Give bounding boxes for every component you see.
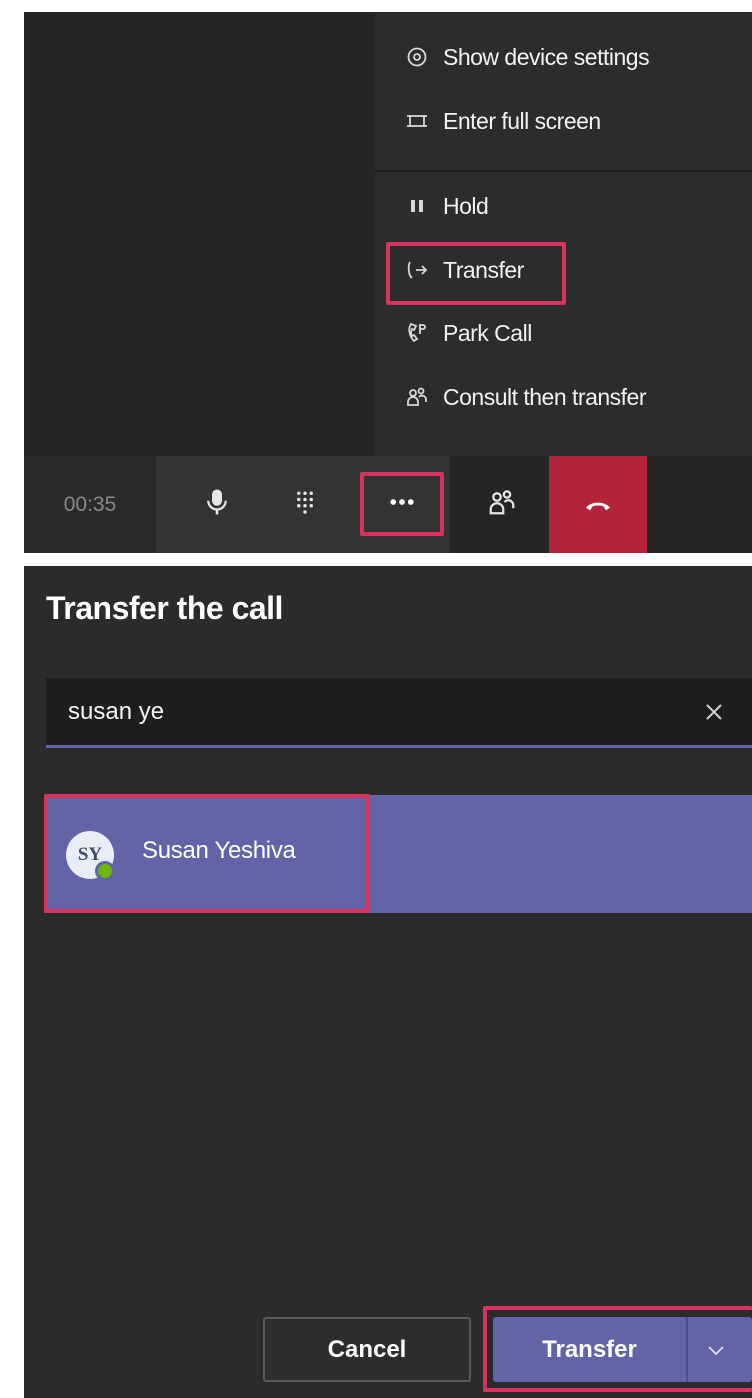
menu-item-label: Enter full screen <box>443 107 601 134</box>
menu-item-park-call[interactable]: Park Call <box>403 313 532 353</box>
fullscreen-icon <box>403 107 431 135</box>
park-call-icon <box>403 319 431 347</box>
consult-transfer-icon <box>403 383 431 411</box>
people-icon <box>487 487 517 522</box>
search-input[interactable]: susan ye <box>46 678 752 748</box>
call-window: Show device settings Enter full screen H… <box>24 12 752 553</box>
menu-item-hold[interactable]: Hold <box>403 186 489 226</box>
dialog-title: Transfer the call <box>46 590 283 626</box>
highlight-more-options-button <box>360 472 444 536</box>
highlight-transfer-menu-item <box>386 242 566 305</box>
settings-gear-icon <box>403 43 431 71</box>
menu-item-show-device-settings[interactable]: Show device settings <box>403 37 650 77</box>
menu-item-label: Park Call <box>443 319 532 346</box>
menu-item-enter-full-screen[interactable]: Enter full screen <box>403 101 601 141</box>
dialpad-button[interactable] <box>267 456 343 553</box>
clear-icon[interactable] <box>698 696 730 728</box>
microphone-icon <box>202 487 232 522</box>
pause-icon <box>403 192 431 220</box>
hang-up-button[interactable] <box>549 456 647 553</box>
participants-button[interactable] <box>464 456 540 553</box>
menu-item-label: Consult then transfer <box>443 383 647 410</box>
menu-divider <box>375 170 752 172</box>
highlight-transfer-button <box>483 1306 752 1392</box>
hang-up-icon <box>582 489 614 521</box>
transfer-dialog: Transfer the call susan ye SY Susan Yesh… <box>24 566 752 1398</box>
call-timer: 00:35 <box>24 456 156 553</box>
menu-item-label: Hold <box>443 192 489 219</box>
search-input-value: susan ye <box>68 698 165 725</box>
dialpad-icon <box>290 487 320 522</box>
highlight-search-result <box>44 794 370 913</box>
menu-item-consult-then-transfer[interactable]: Consult then transfer <box>403 377 647 417</box>
microphone-button[interactable] <box>179 456 255 553</box>
menu-item-label: Show device settings <box>443 43 650 70</box>
more-options-menu: Show device settings Enter full screen H… <box>375 12 752 456</box>
cancel-button[interactable]: Cancel <box>263 1317 471 1382</box>
